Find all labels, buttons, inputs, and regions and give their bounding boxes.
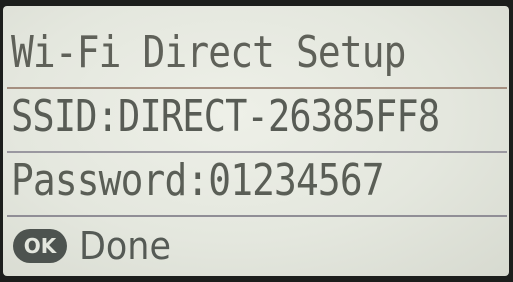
device-bezel: Wi-Fi Direct Setup SSID:DIRECT-26385FF8 … — [0, 0, 513, 282]
divider-line — [7, 215, 507, 217]
ssid-text: SSID:DIRECT-26385FF8 — [11, 91, 440, 142]
lcd-screen: Wi-Fi Direct Setup SSID:DIRECT-26385FF8 … — [3, 6, 509, 276]
password-text: Password:01234567 — [11, 155, 385, 206]
divider-line — [7, 87, 507, 89]
ok-button-icon[interactable]: OK — [13, 229, 67, 263]
done-action[interactable]: OK Done — [13, 222, 179, 270]
screen-title: Wi-Fi Direct Setup — [11, 27, 406, 78]
divider-line — [7, 151, 507, 153]
done-label: Done — [79, 224, 171, 268]
